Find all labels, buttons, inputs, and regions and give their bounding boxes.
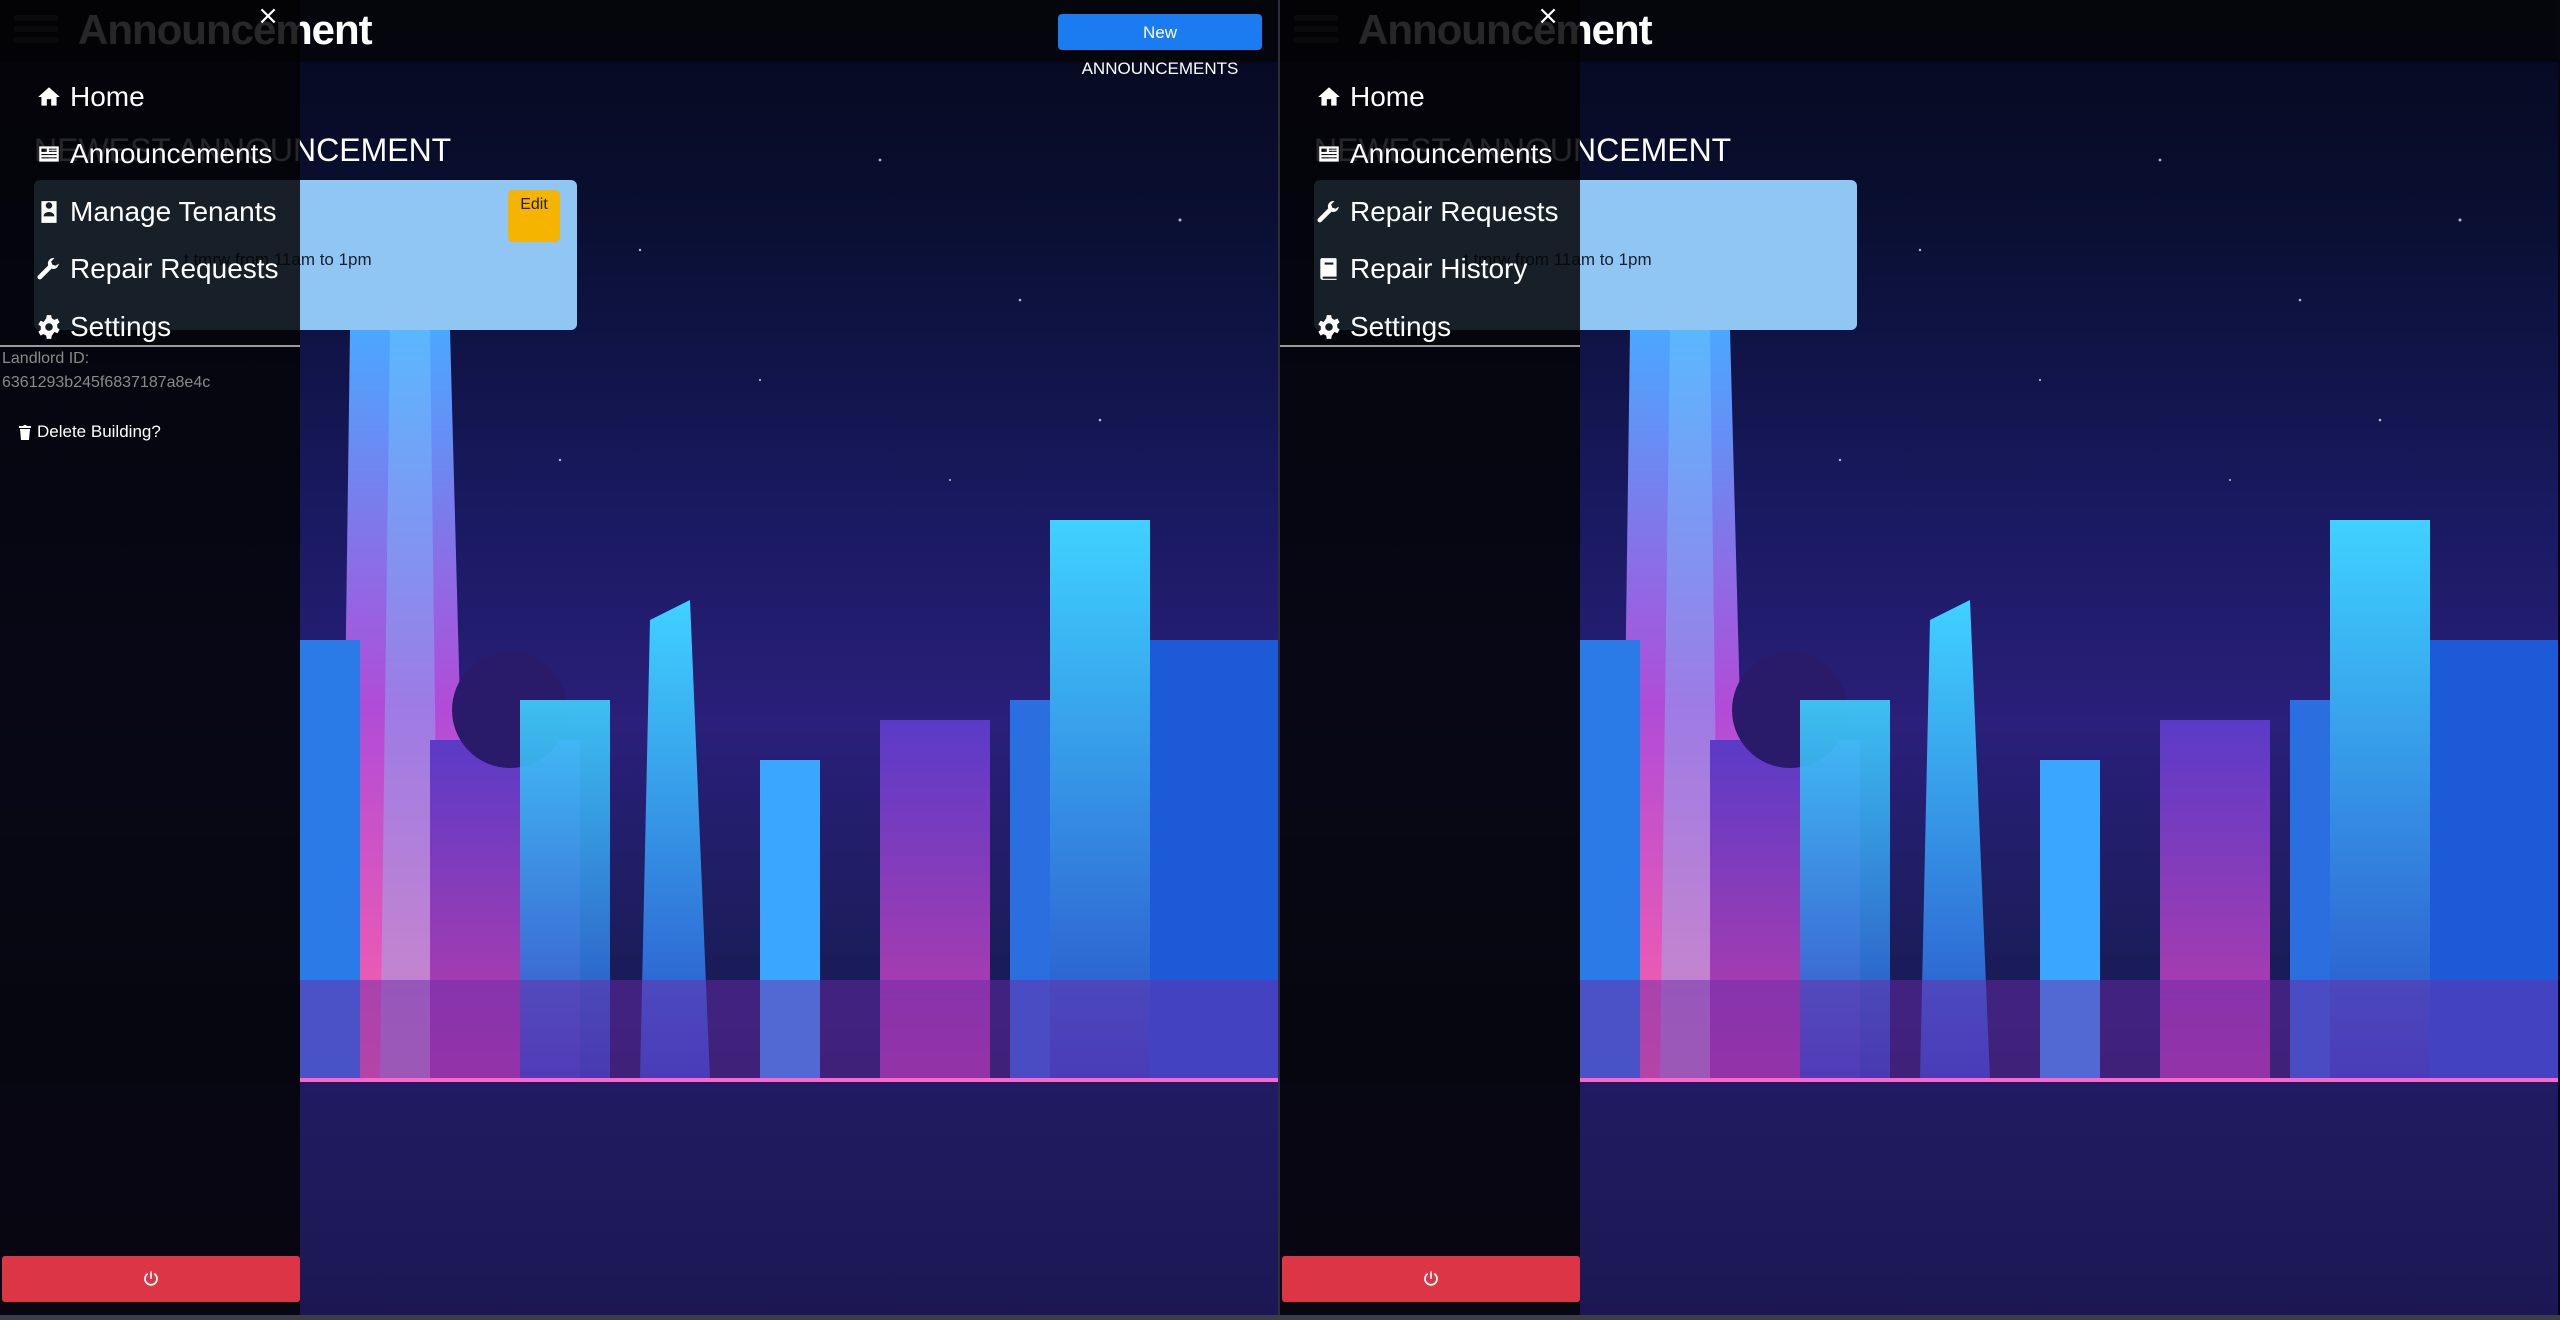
- side-nav: Home Announcements Repair Requests Repai…: [1316, 68, 1559, 356]
- side-menu: × Home Announcements Manage Tenants Repa…: [0, 0, 300, 1315]
- trash-icon: [18, 424, 32, 440]
- menu-item-label: Settings: [70, 310, 172, 342]
- side-nav: Home Announcements Manage Tenants Repair…: [36, 68, 279, 356]
- menu-item-home[interactable]: Home: [1316, 68, 1559, 126]
- newspaper-icon: [1316, 141, 1342, 167]
- menu-item-repair-history[interactable]: Repair History: [1316, 241, 1559, 299]
- power-icon: [142, 1270, 160, 1288]
- menu-item-label: Repair Requests: [70, 253, 279, 285]
- newspaper-icon: [36, 141, 62, 167]
- home-icon: [1316, 84, 1342, 110]
- book-icon: [1316, 256, 1342, 282]
- landlord-id-label: Landlord ID:: [2, 350, 90, 367]
- menu-item-announcements[interactable]: Announcements: [36, 126, 279, 184]
- close-menu-icon[interactable]: ×: [1536, 2, 1560, 30]
- menu-item-repair-requests[interactable]: Repair Requests: [36, 241, 279, 299]
- menu-item-manage-tenants[interactable]: Manage Tenants: [36, 183, 279, 241]
- menu-divider: [1280, 345, 1580, 347]
- window-bottom-edge: [0, 1315, 2560, 1320]
- close-menu-icon[interactable]: ×: [256, 2, 280, 30]
- menu-item-label: Repair Requests: [1350, 195, 1559, 227]
- menu-item-label: Repair History: [1350, 253, 1528, 285]
- gear-icon: [1316, 314, 1342, 340]
- landlord-view: Announcement New ANNOUNCEMENTS NEWEST AN…: [0, 0, 1278, 1315]
- power-icon: [1422, 1270, 1440, 1288]
- tenant-view: Announcement NEWEST ANNOUNCEMENT t tmrw …: [1280, 0, 2558, 1315]
- delete-building-label: Delete Building?: [37, 422, 161, 441]
- wrench-icon: [36, 256, 62, 282]
- delete-building-link[interactable]: Delete Building?: [18, 422, 161, 442]
- landlord-id-value: 6361293b245f6837187a8e4c: [2, 374, 211, 391]
- new-announcement-button[interactable]: New ANNOUNCEMENTS: [1058, 14, 1262, 78]
- menu-item-label: Announcements: [70, 138, 273, 170]
- menu-item-label: Home: [70, 80, 145, 112]
- edit-button[interactable]: Edit: [508, 190, 560, 242]
- menu-item-announcements[interactable]: Announcements: [1316, 126, 1559, 184]
- menu-item-label: Settings: [1350, 310, 1452, 342]
- menu-item-repair-requests[interactable]: Repair Requests: [1316, 183, 1559, 241]
- side-menu: × Home Announcements Repair Requests Rep…: [1280, 0, 1580, 1315]
- home-icon: [36, 84, 62, 110]
- menu-item-label: Announcements: [1350, 138, 1553, 170]
- menu-divider: [0, 345, 300, 347]
- menu-item-label: Home: [1350, 80, 1425, 112]
- gear-icon: [36, 314, 62, 340]
- menu-item-home[interactable]: Home: [36, 68, 279, 126]
- address-book-icon: [36, 199, 62, 225]
- wrench-icon: [1316, 199, 1342, 225]
- logout-button[interactable]: [1282, 1256, 1580, 1302]
- logout-button[interactable]: [2, 1256, 300, 1302]
- menu-item-label: Manage Tenants: [70, 195, 277, 227]
